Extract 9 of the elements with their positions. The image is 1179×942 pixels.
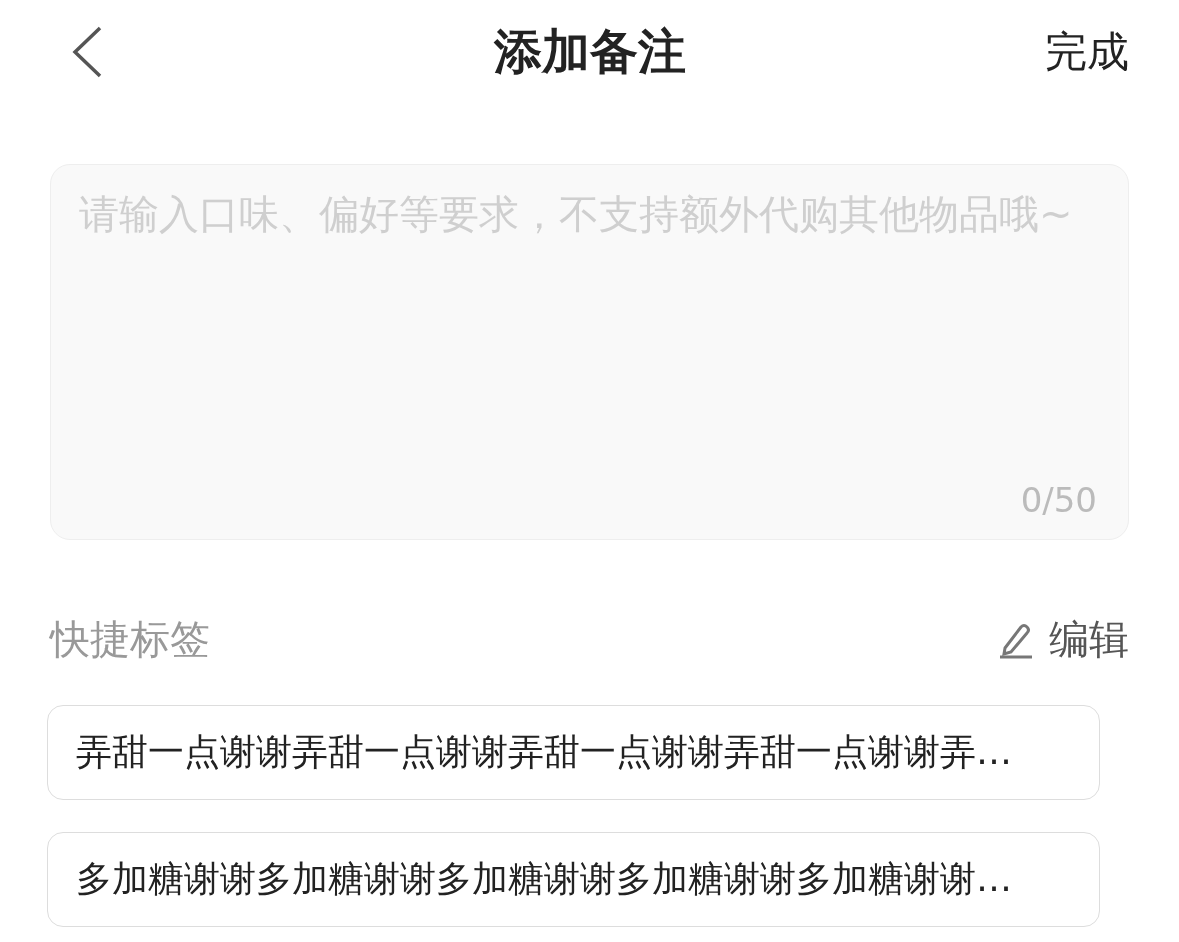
done-button[interactable]: 完成 <box>1045 24 1129 80</box>
page-title: 添加备注 <box>493 22 686 81</box>
quick-tag[interactable]: 弄甜一点谢谢弄甜一点谢谢弄甜一点谢谢弄甜一点谢谢弄… <box>47 705 1100 800</box>
back-button[interactable] <box>70 25 104 79</box>
edit-button[interactable]: 编辑 <box>997 612 1129 667</box>
quick-tag[interactable]: 多加糖谢谢多加糖谢谢多加糖谢谢多加糖谢谢多加糖谢谢… <box>47 832 1100 927</box>
back-icon <box>70 25 104 79</box>
section-title: 快捷标签 <box>50 615 210 664</box>
character-counter: 0/50 <box>1020 480 1097 520</box>
